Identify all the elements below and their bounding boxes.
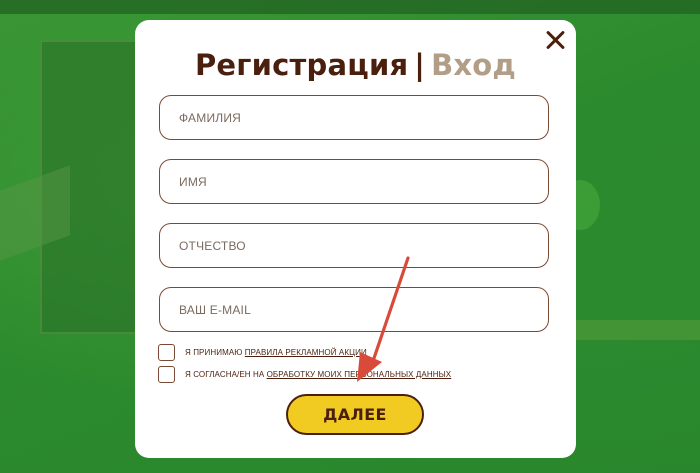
last-name-input[interactable]: [160, 96, 548, 139]
tab-register[interactable]: Регистрация: [195, 48, 408, 82]
consent-rules-row: Я ПРИНИМАЮ ПРАВИЛА РЕКЛАМНОЙ АКЦИИ: [158, 344, 367, 361]
email-input[interactable]: [160, 288, 548, 331]
consent-data-checkbox[interactable]: [158, 366, 175, 383]
next-button[interactable]: ДАЛЕЕ: [286, 394, 424, 435]
modal-title: Регистрация | Вход: [135, 48, 576, 82]
consent-rules-checkbox[interactable]: [158, 344, 175, 361]
personal-data-link[interactable]: ОБРАБОТКУ МОИХ ПЕРСОНАЛЬНЫХ ДАННЫХ: [267, 370, 452, 379]
consent-rules-prefix: Я ПРИНИМАЮ: [185, 348, 245, 357]
last-name-field[interactable]: [159, 95, 549, 140]
middle-name-field[interactable]: [159, 223, 549, 268]
close-icon[interactable]: [544, 28, 566, 50]
consent-data-label: Я СОГЛАСНА/ЕН НА ОБРАБОТКУ МОИХ ПЕРСОНАЛ…: [185, 370, 451, 379]
first-name-input[interactable]: [160, 160, 548, 203]
registration-modal: Регистрация|Вход Я ПРИНИМАЮ ПРАВИЛА РЕКЛ…: [135, 20, 576, 458]
background-stripe: [575, 320, 700, 340]
consent-rules-label: Я ПРИНИМАЮ ПРАВИЛА РЕКЛАМНОЙ АКЦИИ: [185, 348, 367, 357]
first-name-field[interactable]: [159, 159, 549, 204]
title-separator: |: [414, 48, 426, 82]
email-field[interactable]: [159, 287, 549, 332]
middle-name-input[interactable]: [160, 224, 548, 267]
background-header: [0, 0, 700, 14]
consent-data-row: Я СОГЛАСНА/ЕН НА ОБРАБОТКУ МОИХ ПЕРСОНАЛ…: [158, 366, 451, 383]
consent-data-prefix: Я СОГЛАСНА/ЕН НА: [185, 370, 267, 379]
tab-login[interactable]: Вход: [431, 48, 516, 82]
rules-link[interactable]: ПРАВИЛА РЕКЛАМНОЙ АКЦИИ: [245, 348, 367, 357]
